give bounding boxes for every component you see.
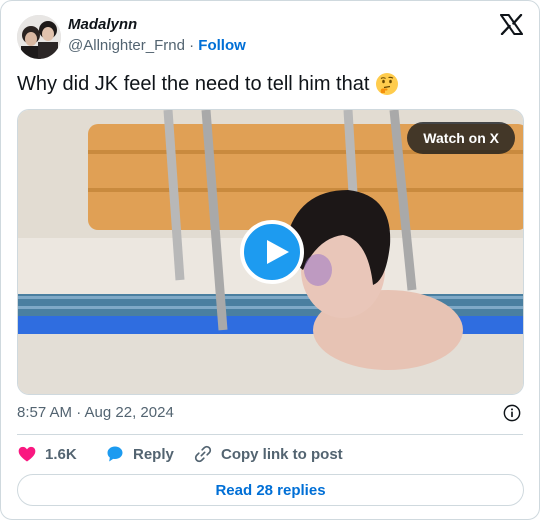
reply-label: Reply bbox=[133, 445, 174, 463]
watch-on-x-button[interactable]: Watch on X bbox=[407, 122, 515, 154]
tweet-card: Madalynn @Allnighter_Frnd · Follow Why d… bbox=[0, 0, 540, 520]
read-replies-button[interactable]: Read 28 replies bbox=[17, 474, 524, 506]
tweet-body: Why did JK feel the need to tell him tha… bbox=[17, 72, 370, 95]
author-name[interactable]: Madalynn bbox=[68, 16, 137, 33]
author-handle-row: @Allnighter_Frnd · Follow bbox=[68, 37, 246, 54]
heart-icon bbox=[18, 446, 36, 462]
like-count: 1.6K bbox=[45, 445, 77, 463]
author-handle[interactable]: @Allnighter_Frnd bbox=[68, 37, 185, 54]
copy-link-button[interactable]: Copy link to post bbox=[193, 444, 343, 464]
handle-separator: · bbox=[189, 37, 195, 54]
link-icon bbox=[194, 445, 212, 463]
info-icon[interactable] bbox=[503, 404, 521, 422]
play-button[interactable] bbox=[240, 220, 304, 284]
video-player[interactable]: Watch on X bbox=[17, 109, 524, 395]
copy-link-label: Copy link to post bbox=[221, 445, 343, 463]
x-logo-icon[interactable] bbox=[500, 14, 523, 35]
tweet-text: Why did JK feel the need to tell him tha… bbox=[17, 72, 399, 96]
avatar[interactable] bbox=[17, 15, 61, 59]
thinking-face-icon bbox=[376, 73, 399, 95]
post-timestamp[interactable]: 8:57 AM · Aug 22, 2024 bbox=[17, 404, 174, 421]
reply-button[interactable]: Reply bbox=[105, 444, 174, 464]
reply-bubble-icon bbox=[107, 446, 123, 462]
divider bbox=[17, 434, 523, 435]
like-button[interactable]: 1.6K bbox=[17, 444, 77, 464]
follow-button[interactable]: Follow bbox=[198, 37, 246, 54]
